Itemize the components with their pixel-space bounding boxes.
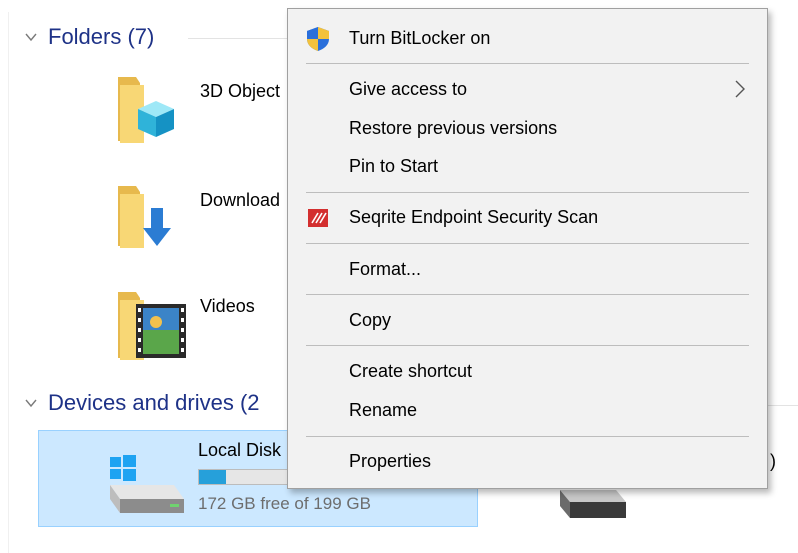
group-title-folders: Folders (7) bbox=[48, 24, 155, 49]
folder-label: 3D Object bbox=[200, 81, 281, 101]
menu-separator bbox=[306, 294, 749, 295]
menu-item-turn-bitlocker-on[interactable]: Turn BitLocker on bbox=[288, 19, 767, 57]
menu-item-seqrite-scan[interactable]: Seqrite Endpoint Security Scan bbox=[288, 198, 767, 236]
group-title-devices: Devices and drives (2 bbox=[48, 390, 260, 415]
menu-separator bbox=[306, 345, 749, 346]
uac-shield-icon bbox=[307, 27, 329, 51]
menu-item-properties[interactable]: Properties bbox=[288, 442, 767, 480]
menu-item-pin-to-start[interactable]: Pin to Start bbox=[288, 147, 767, 185]
menu-item-format[interactable]: Format... bbox=[288, 250, 767, 288]
3d-objects-folder-icon bbox=[118, 77, 174, 143]
menu-separator bbox=[306, 243, 749, 244]
menu-item-label: Seqrite Endpoint Security Scan bbox=[349, 206, 599, 227]
chevron-right-icon bbox=[735, 80, 745, 98]
menu-item-give-access-to[interactable]: Give access to bbox=[288, 70, 767, 108]
menu-item-label: Properties bbox=[349, 450, 432, 471]
seqrite-icon bbox=[308, 209, 328, 227]
drive-label: Local Disk bbox=[198, 440, 282, 460]
menu-item-restore-previous-versions[interactable]: Restore previous versions bbox=[288, 109, 767, 147]
drive-label-partial: ) bbox=[770, 451, 776, 471]
menu-item-copy[interactable]: Copy bbox=[288, 301, 767, 339]
group-header-folders[interactable]: Folders (7) bbox=[24, 22, 154, 52]
folder-label: Videos bbox=[200, 296, 255, 316]
menu-item-label: Restore previous versions bbox=[349, 117, 558, 138]
menu-item-rename[interactable]: Rename bbox=[288, 391, 767, 429]
chevron-down-icon[interactable] bbox=[24, 30, 38, 44]
menu-item-label: Turn BitLocker on bbox=[349, 27, 491, 48]
windows-drive-icon bbox=[110, 455, 184, 513]
menu-item-label: Format... bbox=[349, 258, 422, 279]
folder-label: Download bbox=[200, 190, 281, 210]
menu-item-label: Create shortcut bbox=[349, 360, 473, 381]
drive-usage-fill bbox=[199, 470, 226, 484]
menu-item-label: Copy bbox=[349, 309, 392, 330]
navigation-pane-divider bbox=[8, 12, 9, 553]
menu-separator bbox=[306, 436, 749, 437]
context-menu: Turn BitLocker on Give access to Restore… bbox=[287, 8, 768, 489]
menu-item-label: Pin to Start bbox=[349, 155, 439, 176]
videos-folder-icon bbox=[118, 292, 186, 360]
menu-item-create-shortcut[interactable]: Create shortcut bbox=[288, 352, 767, 390]
menu-item-label: Give access to bbox=[349, 78, 468, 99]
group-divider-folders bbox=[188, 38, 287, 39]
group-divider-devices bbox=[768, 405, 798, 406]
menu-separator bbox=[306, 63, 749, 64]
downloads-folder-icon bbox=[118, 186, 171, 248]
group-header-devices[interactable]: Devices and drives (2 bbox=[24, 388, 260, 418]
menu-separator bbox=[306, 192, 749, 193]
chevron-down-icon[interactable] bbox=[24, 396, 38, 410]
menu-item-label: Rename bbox=[349, 399, 418, 420]
drive-free-space: 172 GB free of 199 GB bbox=[198, 494, 371, 513]
